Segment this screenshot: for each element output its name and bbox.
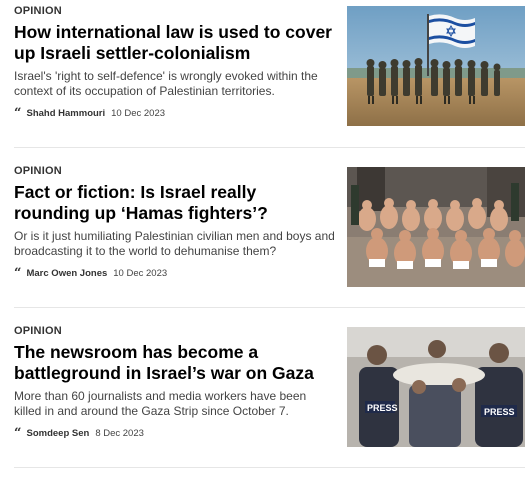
quote-icon: “ <box>14 106 22 121</box>
press-label: PRESS <box>484 407 515 417</box>
soldiers-flag-image <box>347 6 525 126</box>
article-headline[interactable]: How international law is used to cover u… <box>14 22 336 64</box>
article-text: OPINION How international law is used to… <box>14 4 336 120</box>
category-label: OPINION <box>14 325 62 337</box>
author-name[interactable]: Marc Owen Jones <box>26 268 107 280</box>
detainees-image <box>347 167 525 287</box>
article-meta: “ Marc Owen Jones 10 Dec 2023 <box>14 266 336 281</box>
article-feed: OPINION How international law is used to… <box>0 0 529 476</box>
article-card[interactable]: OPINION Fact or fiction: Is Israel reall… <box>0 160 529 320</box>
article-summary: Or is it just humiliating Palestinian ci… <box>14 229 335 258</box>
article-card[interactable]: OPINION The newsroom has become a battle… <box>0 320 529 480</box>
divider <box>14 147 525 148</box>
quote-icon: “ <box>14 426 22 441</box>
category-label: OPINION <box>14 5 62 17</box>
publish-date: 10 Dec 2023 <box>113 268 168 279</box>
quote-icon: “ <box>14 266 22 281</box>
divider <box>14 307 525 308</box>
journalists-funeral-image: PRESS PRESS <box>347 327 525 447</box>
article-meta: “ Somdeep Sen 8 Dec 2023 <box>14 426 336 441</box>
article-thumbnail[interactable]: PRESS PRESS <box>347 327 525 447</box>
article-card[interactable]: OPINION How international law is used to… <box>0 0 529 160</box>
divider <box>14 467 525 468</box>
publish-date: 8 Dec 2023 <box>95 428 144 439</box>
article-thumbnail[interactable] <box>347 167 525 287</box>
article-meta: “ Shahd Hammouri 10 Dec 2023 <box>14 106 336 121</box>
article-headline[interactable]: Fact or fiction: Is Israel really roundi… <box>14 182 336 224</box>
author-name[interactable]: Somdeep Sen <box>26 428 89 440</box>
category-label: OPINION <box>14 165 62 177</box>
press-label: PRESS <box>367 403 398 413</box>
article-text: OPINION Fact or fiction: Is Israel reall… <box>14 164 336 280</box>
article-headline[interactable]: The newsroom has become a battleground i… <box>14 342 336 384</box>
author-name[interactable]: Shahd Hammouri <box>26 108 105 120</box>
publish-date: 10 Dec 2023 <box>111 108 166 119</box>
article-text: OPINION The newsroom has become a battle… <box>14 324 336 440</box>
article-summary: Israel's 'right to self-defence' is wron… <box>14 69 318 98</box>
article-thumbnail[interactable] <box>347 6 525 126</box>
article-summary: More than 60 journalists and media worke… <box>14 389 307 418</box>
